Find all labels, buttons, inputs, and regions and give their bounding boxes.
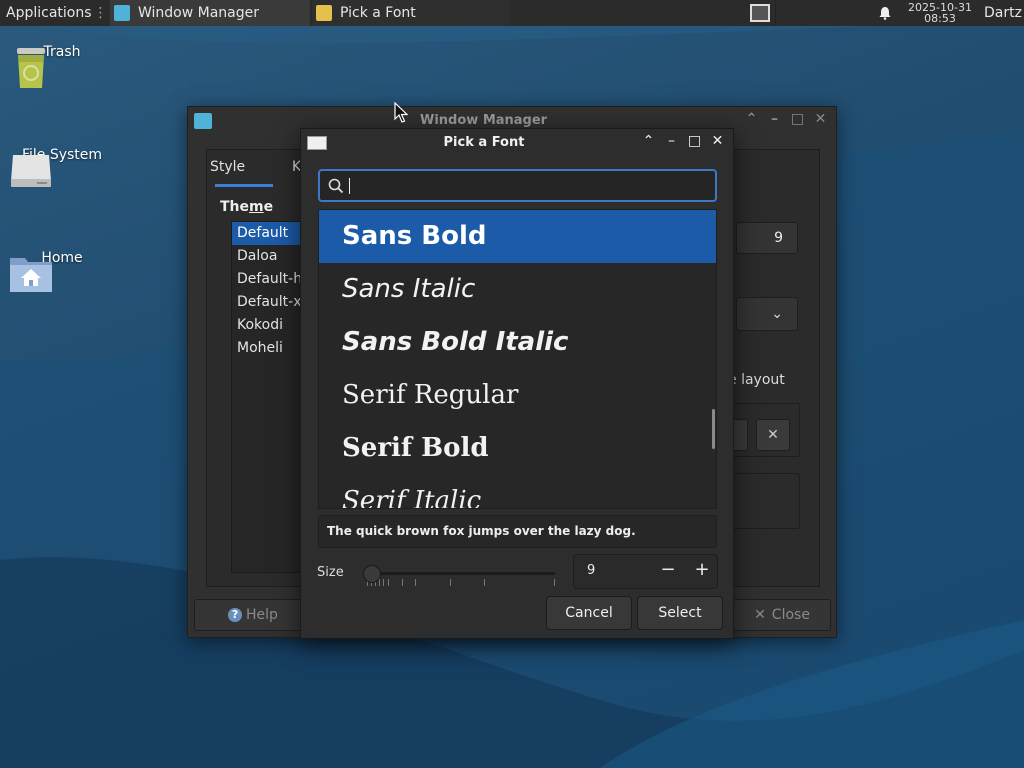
desktop-icon-trash[interactable]: Trash bbox=[7, 44, 117, 88]
size-spinbutton[interactable]: 9 − + bbox=[573, 554, 718, 589]
close-button[interactable]: ✕ bbox=[710, 133, 725, 149]
panel-empty-area bbox=[776, 0, 870, 26]
tab-style[interactable]: Style bbox=[210, 159, 245, 175]
minimize-button[interactable]: – bbox=[664, 133, 679, 149]
mouse-pointer-icon bbox=[394, 102, 408, 123]
cancel-button[interactable]: Cancel bbox=[546, 596, 632, 630]
font-list-item[interactable]: Sans Bold bbox=[319, 210, 716, 263]
font-list-item[interactable]: Serif Bold bbox=[319, 422, 716, 475]
hidden-buttons-area bbox=[728, 473, 800, 529]
desktop-icon-file-system[interactable]: File System bbox=[7, 147, 117, 187]
font-search-box[interactable] bbox=[318, 169, 717, 202]
close-dialog-button[interactable]: ✕ Close bbox=[733, 599, 831, 631]
shade-button[interactable]: ⌃ bbox=[744, 111, 759, 127]
size-label: Size bbox=[317, 565, 344, 580]
applications-label: Applications bbox=[6, 5, 92, 21]
font-list-item[interactable]: Serif Regular bbox=[319, 369, 716, 422]
drive-icon bbox=[11, 155, 51, 187]
maximize-button[interactable]: □ bbox=[790, 111, 805, 127]
slider-tick bbox=[484, 579, 485, 586]
font-list-item[interactable]: Serif Italic bbox=[319, 475, 716, 508]
close-button[interactable]: ✕ bbox=[813, 111, 828, 127]
text-cursor bbox=[349, 178, 350, 194]
select-button[interactable]: Select bbox=[637, 596, 723, 630]
home-folder-icon bbox=[10, 258, 52, 292]
slider-tick bbox=[383, 579, 384, 586]
search-icon bbox=[328, 178, 344, 194]
increase-size-button[interactable]: + bbox=[688, 559, 716, 580]
taskbar-item-window-manager[interactable]: Window Manager bbox=[110, 0, 310, 26]
size-value[interactable]: 9 bbox=[587, 563, 595, 578]
theme-heading: Theme bbox=[220, 199, 274, 215]
taskbar-item-label: Pick a Font bbox=[340, 5, 416, 21]
notifications-button[interactable] bbox=[870, 0, 900, 26]
trash-icon bbox=[17, 48, 45, 88]
window-manager-app-icon bbox=[114, 5, 130, 21]
chevron-down-icon: ⌄ bbox=[771, 306, 783, 322]
pick-a-font-dialog: Pick a Font ⌃ – □ ✕ Sans Bold Sans Itali… bbox=[300, 128, 734, 639]
button-layout-label: e layout bbox=[728, 372, 785, 388]
active-tab-indicator bbox=[215, 184, 273, 187]
dialog-titlebar[interactable]: Pick a Font ⌃ – □ ✕ bbox=[301, 129, 733, 157]
menu-grip-icon: ⋮ bbox=[93, 5, 108, 21]
clock[interactable]: 2025-10-31 08:53 bbox=[900, 2, 980, 24]
bell-icon bbox=[879, 7, 891, 20]
slider-tick bbox=[379, 579, 380, 586]
help-icon: ? bbox=[228, 608, 243, 622]
maximize-button[interactable]: □ bbox=[687, 133, 702, 149]
help-button[interactable]: ? Help bbox=[194, 599, 312, 631]
minimize-button[interactable]: – bbox=[767, 111, 782, 127]
font-list-scrollbar[interactable] bbox=[712, 409, 715, 449]
layout-close-button[interactable]: ✕ bbox=[756, 419, 790, 451]
user-menu[interactable]: Dartz bbox=[980, 5, 1024, 21]
help-label: Help bbox=[246, 607, 278, 623]
font-app-icon bbox=[316, 5, 332, 21]
decrease-size-button[interactable]: − bbox=[654, 559, 682, 580]
shade-button[interactable]: ⌃ bbox=[641, 133, 656, 149]
clock-time: 08:53 bbox=[924, 12, 956, 25]
applications-menu-button[interactable]: Applications ⋮ bbox=[0, 0, 108, 26]
slider-tick bbox=[402, 579, 403, 586]
dialog-title: Pick a Font bbox=[443, 135, 525, 150]
close-label: Close bbox=[771, 607, 810, 623]
slider-tick bbox=[450, 579, 451, 586]
title-font-size-field[interactable]: 9 bbox=[736, 222, 798, 254]
font-list[interactable]: Sans Bold Sans Italic Sans Bold Italic S… bbox=[318, 209, 717, 509]
slider-tick bbox=[554, 579, 555, 586]
window-title: Window Manager bbox=[420, 113, 548, 128]
desktop-icon-home[interactable]: Home bbox=[7, 250, 117, 292]
slider-track bbox=[363, 572, 555, 575]
slider-handle[interactable] bbox=[363, 565, 381, 583]
size-slider[interactable] bbox=[363, 565, 555, 586]
taskbar-item-pick-a-font[interactable]: Pick a Font bbox=[312, 0, 510, 26]
title-alignment-select[interactable]: ⌄ bbox=[736, 297, 798, 331]
close-icon: ✕ bbox=[754, 607, 766, 623]
top-panel: Applications ⋮ Window Manager Pick a Fon… bbox=[0, 0, 1024, 26]
window-manager-app-icon bbox=[194, 113, 212, 129]
font-list-item[interactable]: Sans Bold Italic bbox=[319, 316, 716, 369]
font-list-item[interactable]: Sans Italic bbox=[319, 263, 716, 316]
workspace-switcher[interactable] bbox=[745, 0, 775, 26]
slider-tick bbox=[388, 579, 389, 586]
taskbar-item-label: Window Manager bbox=[138, 5, 260, 21]
workspace-icon bbox=[750, 4, 770, 22]
font-search-input[interactable] bbox=[354, 175, 704, 197]
slider-tick bbox=[415, 579, 416, 586]
font-preview[interactable]: The quick brown fox jumps over the lazy … bbox=[318, 515, 717, 548]
